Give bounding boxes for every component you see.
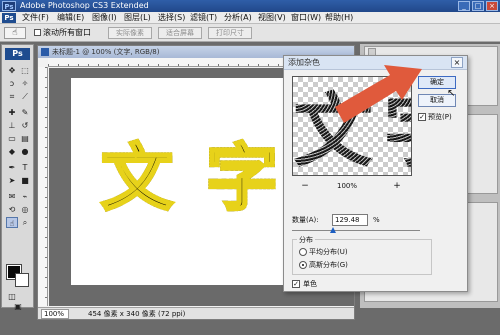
app-title-bar: Ps Adobe Photoshop CS3 Extended _ □ × (0, 0, 500, 12)
path-selection-tool-icon[interactable]: ➤ (6, 175, 18, 186)
dialog-close-icon[interactable]: × (451, 57, 463, 68)
app-logo: Ps (2, 1, 16, 11)
gradient-tool-icon[interactable]: ▤ (19, 133, 31, 144)
amount-label: 数量(A): (292, 216, 319, 224)
document-title: 未标题-1 @ 100% (文字, RGB/8) (52, 48, 160, 56)
scroll-all-windows-checkbox[interactable] (34, 29, 41, 36)
amount-slider-thumb[interactable] (329, 227, 336, 233)
toolbox: Ps ✥ ⬚ ↄ ✧ ⌗ ⟋ ✚ ✎ ⊥ ↺ ▭ ▤ ◆ ● ✒ T ➤ ■ ✉… (1, 44, 34, 311)
app-title: Adobe Photoshop CS3 Extended (20, 1, 149, 10)
blur-tool-icon[interactable]: ◆ (6, 146, 18, 157)
amount-slider[interactable] (292, 227, 420, 234)
notes-tool-icon[interactable]: ✉ (6, 191, 18, 202)
menu-analysis[interactable]: 分析(A) (224, 13, 252, 23)
dodge-tool-icon[interactable]: ● (19, 146, 31, 157)
status-bar: 100% 454 像素 x 340 像素 (72 ppi) (38, 307, 354, 319)
amount-input[interactable]: 129.48 (332, 214, 368, 226)
fit-screen-button[interactable]: 适合屏幕 (158, 27, 202, 39)
hand-tool-icon[interactable]: ☝ (6, 217, 18, 228)
monochromatic-checkbox[interactable]: ✓ (292, 280, 300, 288)
annotation-arrow (335, 65, 422, 123)
marquee-tool-icon[interactable]: ⬚ (19, 65, 31, 76)
distribution-group: 分布 平均分布(U) 高斯分布(G) (292, 235, 432, 275)
menu-view[interactable]: 视图(V) (258, 13, 286, 23)
distribution-label: 分布 (297, 235, 315, 245)
healing-brush-tool-icon[interactable]: ✚ (6, 107, 18, 118)
minimize-button[interactable]: _ (458, 1, 470, 11)
3d-orbit-tool-icon[interactable]: ◎ (19, 204, 31, 215)
preview-zoom-value: 100% (337, 182, 358, 190)
zoom-in-button[interactable]: + (392, 181, 402, 191)
ps-menu-logo: Ps (2, 13, 16, 23)
menu-window[interactable]: 窗口(W) (291, 13, 321, 23)
eyedropper-tool-icon[interactable]: ⌁ (19, 191, 31, 202)
history-brush-tool-icon[interactable]: ↺ (19, 120, 31, 131)
menu-image[interactable]: 图像(I) (92, 13, 117, 23)
menu-bar: Ps 文件(F) 编辑(E) 图像(I) 图层(L) 选择(S) 滤镜(T) 分… (0, 12, 500, 24)
screen-mode-icon[interactable]: ▣ (12, 301, 24, 312)
menu-filter[interactable]: 滤镜(T) (190, 13, 217, 23)
monochromatic-label: 单色 (303, 280, 317, 288)
mouse-cursor-icon: ↖ (447, 88, 456, 99)
close-button[interactable]: × (486, 1, 498, 11)
maximize-button[interactable]: □ (472, 1, 484, 11)
toolbox-logo: Ps (5, 48, 30, 60)
zoom-tool-icon[interactable]: ⌕ (19, 217, 31, 228)
preview-zoom-row: − 100% + (292, 180, 412, 192)
zoom-level-field[interactable]: 100% (41, 309, 69, 319)
document-icon (41, 48, 49, 56)
gaussian-radio[interactable] (299, 261, 307, 269)
menu-help[interactable]: 帮助(H) (325, 13, 353, 23)
menu-edit[interactable]: 编辑(E) (57, 13, 84, 23)
amount-unit: % (373, 216, 380, 224)
document-info: 454 像素 x 340 像素 (72 ppi) (88, 310, 186, 318)
gaussian-radio-label: 高斯分布(G) (309, 261, 348, 269)
zoom-out-button[interactable]: − (300, 181, 310, 191)
background-color-swatch[interactable] (15, 273, 29, 287)
hand-icon[interactable]: ☝ (4, 27, 26, 39)
canvas-text-char-2: 字 (204, 136, 279, 220)
move-tool-icon[interactable]: ✥ (6, 65, 18, 76)
menu-layer[interactable]: 图层(L) (124, 13, 151, 23)
menu-file[interactable]: 文件(F) (22, 13, 49, 23)
arrow-shape (335, 65, 422, 123)
eraser-tool-icon[interactable]: ▭ (6, 133, 18, 144)
type-tool-icon[interactable]: T (19, 162, 31, 173)
scroll-all-windows-label: 滚动所有窗口 (43, 28, 91, 37)
actual-pixels-button[interactable]: 实际像素 (108, 27, 152, 39)
slice-tool-icon[interactable]: ⟋ (19, 91, 31, 102)
clone-stamp-tool-icon[interactable]: ⊥ (6, 120, 18, 131)
3d-rotate-tool-icon[interactable]: ⟲ (6, 204, 18, 215)
canvas-text-char-1: 文 (99, 136, 174, 220)
print-size-button[interactable]: 打印尺寸 (208, 27, 252, 39)
brush-tool-icon[interactable]: ✎ (19, 107, 31, 118)
amount-slider-track[interactable] (292, 230, 420, 231)
crop-tool-icon[interactable]: ⌗ (6, 91, 18, 102)
options-bar: ☝ 滚动所有窗口 实际像素 适合屏幕 打印尺寸 (0, 24, 500, 42)
magic-wand-tool-icon[interactable]: ✧ (19, 78, 31, 89)
pen-tool-icon[interactable]: ✒ (6, 162, 18, 173)
uniform-radio[interactable] (299, 248, 307, 256)
lasso-tool-icon[interactable]: ↄ (6, 78, 18, 89)
uniform-radio-label: 平均分布(U) (309, 248, 348, 256)
dialog-title: 添加杂色 (288, 58, 320, 67)
shape-tool-icon[interactable]: ■ (19, 175, 31, 186)
vertical-ruler (38, 67, 48, 306)
menu-select[interactable]: 选择(S) (158, 13, 185, 23)
